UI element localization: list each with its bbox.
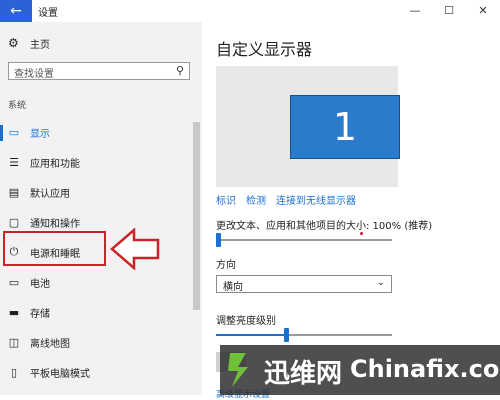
display-icon: ▭ [8, 125, 20, 139]
storage-icon: ▬ [8, 305, 20, 319]
monitor-tile[interactable]: 1 [290, 95, 400, 159]
apps-list-icon: ☰ [9, 155, 19, 169]
watermark: 迅维网 Chinafix.com [220, 345, 500, 395]
highlight-box [3, 231, 106, 266]
sidebar-scrollbar[interactable] [193, 122, 200, 310]
minimize-button[interactable]: — [398, 0, 432, 22]
notifications-icon: ▢ [8, 215, 20, 229]
sidebar-item-offline-maps[interactable]: ◫ 离线地图 [6, 331, 70, 353]
monitor-number: 1 [332, 105, 358, 149]
sidebar-item-default-apps[interactable]: ▤ 默认应用 [6, 181, 70, 203]
search-icon: ⚲ [175, 64, 184, 77]
watermark-chinese-text: 迅维网 [264, 359, 343, 389]
sidebar-item-notifications[interactable]: ▢ 通知和操作 [6, 211, 80, 233]
sidebar-item-label: 显示 [30, 128, 50, 140]
chevron-down-icon: ⌄ [376, 277, 385, 288]
red-dot-marker [360, 232, 363, 235]
scale-label: 更改文本、应用和其他项目的大小: 100% (推荐) [216, 221, 433, 232]
title-bar: ← 设置 — ☐ ✕ [0, 0, 500, 23]
sidebar-item-label: 应用和功能 [30, 158, 80, 170]
search-input[interactable]: 查找设置 ⚲ [8, 62, 190, 80]
maximize-button[interactable]: ☐ [432, 0, 466, 22]
section-label: 系统 [8, 101, 27, 111]
page-title: 自定义显示器 [216, 40, 313, 59]
sidebar-item-label: 通知和操作 [30, 218, 80, 230]
brightness-slider-thumb[interactable] [284, 328, 290, 342]
sidebar-item-battery[interactable]: ▭ 电池 [6, 271, 50, 293]
default-apps-icon: ▤ [8, 185, 20, 199]
left-arrow-annotation-icon [110, 228, 160, 270]
scale-slider[interactable] [216, 239, 392, 241]
wireless-display-link[interactable]: 连接到无线显示器 [276, 192, 356, 207]
search-placeholder: 查找设置 [14, 69, 54, 80]
tablet-mode-icon: ▯ [10, 365, 18, 379]
orientation-dropdown[interactable]: 横向 ⌄ [216, 275, 392, 293]
brightness-slider-fill [216, 334, 287, 336]
home-label: 主页 [30, 39, 50, 51]
gear-icon: ⚙ [8, 36, 19, 50]
battery-icon: ▭ [8, 275, 20, 289]
monitor-arrangement-area: 1 [216, 66, 400, 187]
sidebar-item-storage[interactable]: ▬ 存储 [6, 301, 50, 323]
sidebar: ⚙ 主页 查找设置 ⚲ 系统 ▭ 显示 ☰ 应用和功能 ▤ 默认应用 ▢ 通知和… [0, 22, 202, 395]
window-title: 设置 [38, 8, 58, 19]
sidebar-item-label: 平板电脑模式 [30, 368, 90, 380]
orientation-label: 方向 [216, 260, 236, 271]
back-arrow-icon: ← [10, 3, 22, 19]
brightness-slider[interactable] [216, 334, 392, 336]
close-button[interactable]: ✕ [466, 0, 500, 22]
sidebar-item-label: 离线地图 [30, 338, 70, 350]
sidebar-item-label: 默认应用 [30, 188, 70, 200]
sidebar-item-label: 存储 [30, 308, 50, 320]
back-button[interactable]: ← [0, 0, 32, 22]
brightness-label: 调整亮度级别 [216, 316, 276, 327]
sidebar-item-label: 电池 [30, 278, 50, 290]
sidebar-item-display[interactable]: ▭ 显示 [6, 121, 50, 143]
monitor-links: 标识 检测 连接到无线显示器 [216, 192, 356, 207]
sidebar-item-apps[interactable]: ☰ 应用和功能 [6, 151, 80, 173]
sidebar-item-tablet-mode[interactable]: ▯ 平板电脑模式 [6, 361, 90, 383]
identify-link[interactable]: 标识 [216, 192, 236, 207]
detect-link[interactable]: 检测 [246, 192, 266, 207]
offline-maps-icon: ◫ [8, 335, 20, 349]
home-link[interactable]: ⚙ 主页 [8, 34, 50, 52]
main-pane: 自定义显示器 1 标识 检测 连接到无线显示器 更改文本、应用和其他项目的大小:… [202, 22, 500, 400]
scale-slider-thumb[interactable] [216, 233, 221, 247]
active-indicator [0, 125, 3, 141]
watermark-english-text: Chinafix.com [350, 355, 500, 383]
chinafix-logo-icon [228, 353, 248, 387]
orientation-value: 横向 [223, 282, 243, 293]
